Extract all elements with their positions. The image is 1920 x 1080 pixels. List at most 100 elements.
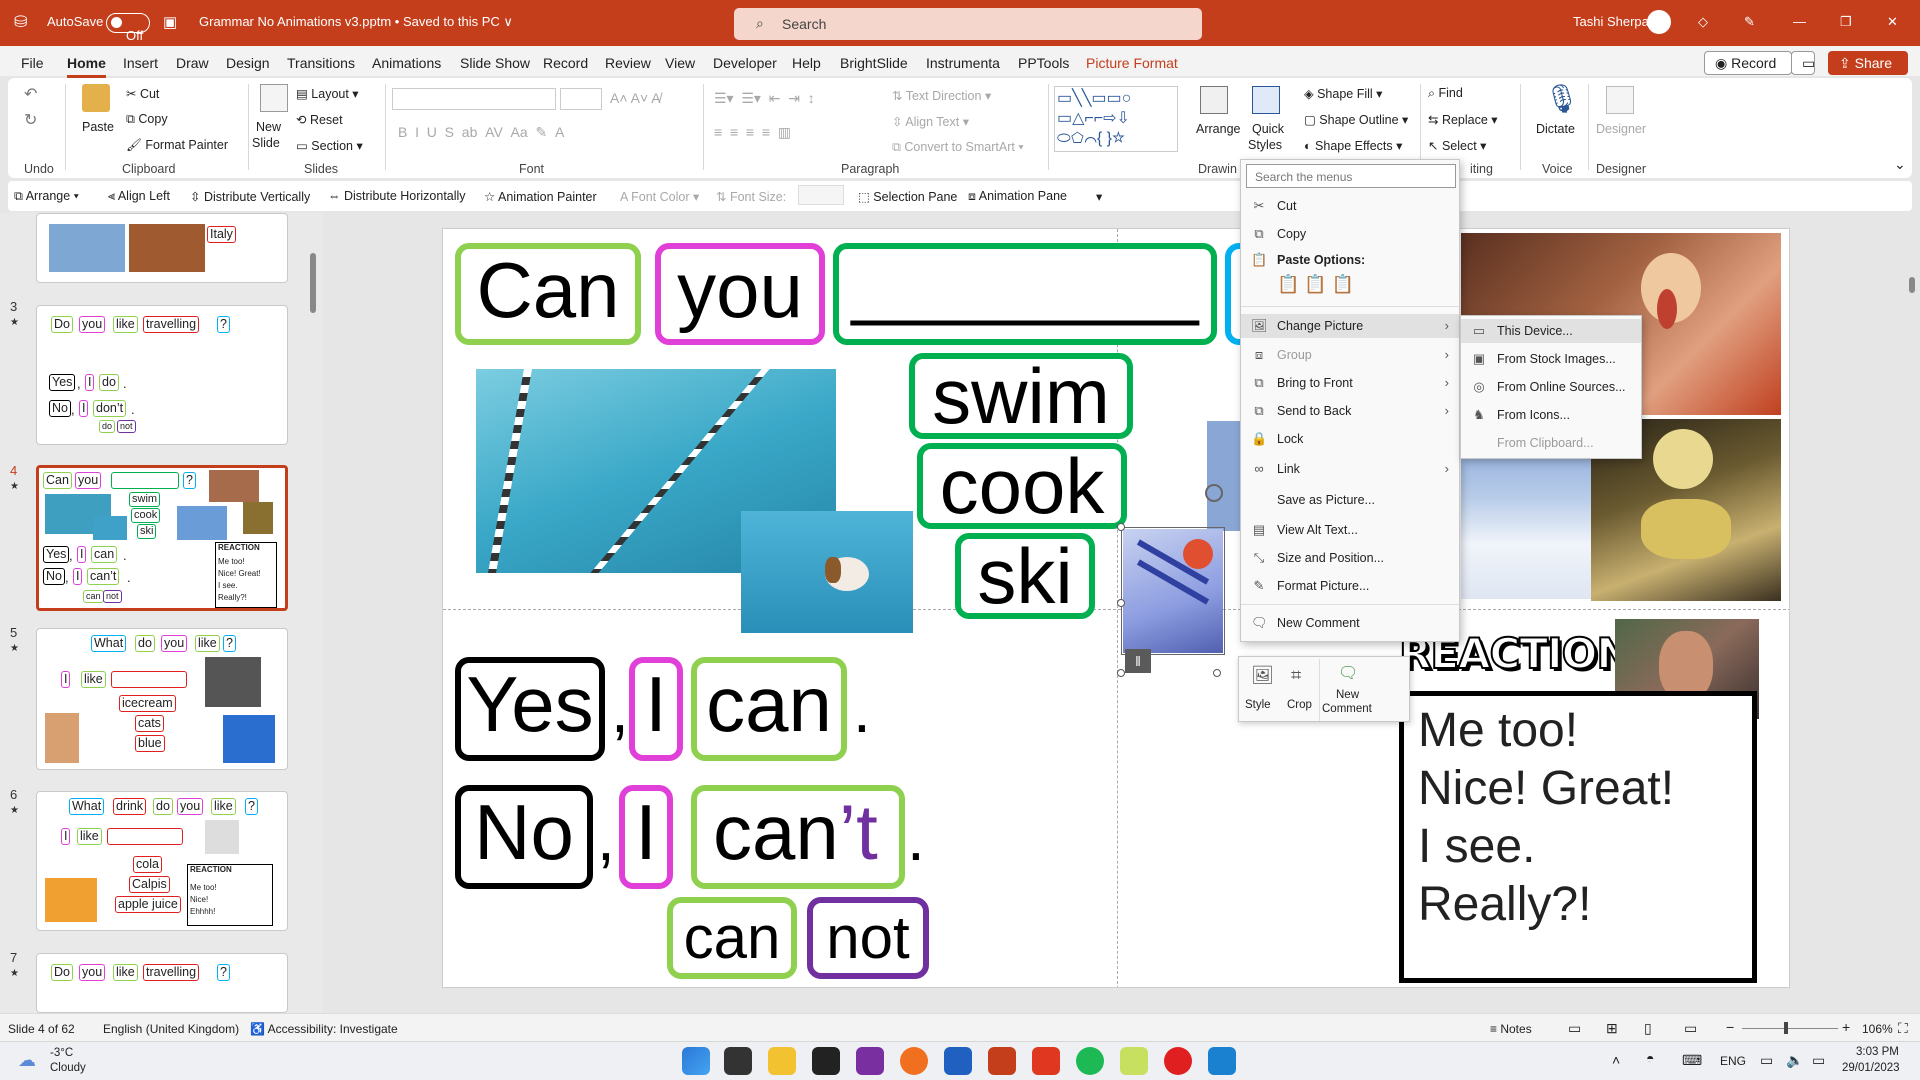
premium-icon[interactable]: ◇ (1698, 14, 1708, 30)
font-grow-icon[interactable]: A˄ A˅ A̸ (610, 90, 661, 106)
qat-font-color[interactable]: A Font Color ▾ (620, 189, 699, 204)
pen-icon[interactable]: ✎ (1744, 14, 1755, 30)
mail-icon[interactable] (944, 1047, 972, 1075)
restore-icon[interactable]: ❐ (1840, 14, 1852, 30)
normal-view-icon[interactable]: ▭ (1568, 1020, 1581, 1037)
rotate-handle[interactable] (1205, 484, 1223, 502)
reaction-box[interactable]: Me too! Nice! Great! I see. Really?! (1399, 691, 1757, 983)
microphone-icon[interactable]: 🎙 (1544, 82, 1580, 115)
menu-group[interactable]: ⧈ Group › (1241, 343, 1459, 367)
menu-copy[interactable]: ⧉ Copy (1241, 222, 1459, 246)
new-slide-icon[interactable] (260, 84, 288, 112)
new-comment-button[interactable]: 🗨 New Comment (1319, 659, 1375, 721)
align-icons[interactable]: ≡ ≡ ≡ ≡ ▥ (714, 124, 791, 141)
tab-brightslide[interactable]: BrightSlide (840, 55, 908, 71)
qat-font-size-field[interactable] (798, 185, 844, 205)
section-button[interactable]: ▭ Section ▾ (296, 138, 363, 153)
volume-icon[interactable]: 🔈 (1786, 1052, 1803, 1069)
submenu-stock-images[interactable]: ▣ From Stock Images... (1461, 347, 1641, 371)
qat-distribute-horizontally[interactable]: ⇔ Distribute Horizontally (328, 189, 466, 203)
fit-slide-icon[interactable]: ⛶ (1898, 1020, 1908, 1037)
tab-picture-format[interactable]: Picture Format (1086, 55, 1178, 71)
verb-ski[interactable]: ski (955, 533, 1095, 619)
onenote-icon[interactable] (856, 1047, 884, 1075)
tab-draw[interactable]: Draw (176, 55, 209, 71)
menu-cut[interactable]: ✂ Cut (1241, 194, 1459, 218)
paste-button[interactable]: Paste (82, 120, 114, 134)
submenu-this-device[interactable]: ▭ This Device... (1461, 319, 1641, 343)
tab-insert[interactable]: Insert (123, 55, 158, 71)
tab-record[interactable]: Record (543, 55, 588, 71)
close-icon[interactable]: ✕ (1887, 14, 1898, 30)
vscode-icon[interactable] (1208, 1047, 1236, 1075)
weather-temp[interactable]: -3°C (50, 1047, 73, 1059)
autosave-toggle[interactable]: Off (106, 13, 150, 43)
app-icon[interactable] (1120, 1047, 1148, 1075)
cut-button[interactable]: ✂ Cut (126, 86, 159, 101)
shape-effects-button[interactable]: ◐ Shape Effects ▾ (1304, 138, 1402, 153)
submenu-from-clipboard[interactable]: From Clipboard... (1461, 431, 1641, 455)
format-painter-button[interactable]: 🖌 Format Painter (126, 138, 228, 153)
search-box[interactable]: ⌕ Search (734, 8, 1202, 40)
menu-search-input[interactable]: Search the menus (1246, 164, 1456, 188)
tray-icon[interactable]: ◓ (1646, 1050, 1654, 1066)
word-can-sub[interactable]: can (667, 897, 797, 979)
convert-smartart-button[interactable]: ⧉ Convert to SmartArt ▾ (892, 140, 1024, 155)
tab-view[interactable]: View (665, 55, 695, 71)
weather-desc[interactable]: Cloudy (50, 1062, 86, 1074)
weather-icon[interactable]: ☁ (18, 1050, 36, 1071)
menu-view-alt-text[interactable]: ▤ View Alt Text... (1241, 518, 1459, 542)
network-icon[interactable]: ▭ (1760, 1052, 1773, 1069)
tab-home[interactable]: Home (67, 55, 106, 78)
menu-new-comment[interactable]: 🗨 New Comment (1241, 611, 1459, 635)
submenu-from-icons[interactable]: ♞ From Icons... (1461, 403, 1641, 427)
collapse-ribbon-icon[interactable]: ⌄ (1894, 156, 1906, 173)
document-title[interactable]: Grammar No Animations v3.pptm • Saved to… (199, 14, 513, 30)
reset-button[interactable]: ⟲ Reset (296, 112, 343, 127)
menu-change-picture[interactable]: 🖼 Change Picture › (1241, 314, 1459, 338)
undo-icon[interactable]: ↶ (24, 84, 37, 104)
notes-button[interactable]: ≡ Notes (1490, 1022, 1532, 1036)
file-explorer-icon[interactable] (768, 1047, 796, 1075)
copy-button[interactable]: ⧉ Copy (126, 112, 168, 127)
menu-format-picture[interactable]: ✎ Format Picture... (1241, 574, 1459, 598)
dictate-button[interactable]: Dictate (1536, 122, 1575, 136)
accessibility-status[interactable]: ♿ Accessibility: Investigate (250, 1022, 398, 1036)
qat-selection-pane[interactable]: ⬚ Selection Pane (858, 189, 957, 204)
tab-pptools[interactable]: PPTools (1018, 55, 1069, 71)
slideshow-icon[interactable]: ▭ (1684, 1020, 1697, 1037)
slide-thumbnail-7[interactable]: Do you like travelling ? (36, 953, 288, 1013)
tab-help[interactable]: Help (792, 55, 821, 71)
designer-icon[interactable] (1606, 86, 1634, 114)
battery-icon[interactable]: ▭ (1812, 1052, 1825, 1069)
thumbnail-scrollbar[interactable] (309, 217, 317, 1007)
new-slide-button[interactable]: New (256, 120, 281, 134)
word-no[interactable]: No (455, 785, 593, 889)
menu-lock[interactable]: 🔒 Lock (1241, 427, 1459, 451)
spotify-icon[interactable] (1076, 1047, 1104, 1075)
arrange-button[interactable]: Arrange (1196, 122, 1240, 136)
clock-time[interactable]: 3:03 PM (1856, 1046, 1899, 1058)
minimize-icon[interactable]: — (1793, 14, 1806, 29)
editor-scrollbar[interactable] (1908, 227, 1916, 1007)
layout-button[interactable]: ▤ Layout ▾ (296, 86, 359, 101)
app-icon[interactable] (1164, 1047, 1192, 1075)
designer-button[interactable]: Designer (1596, 122, 1646, 136)
word-i[interactable]: I (629, 657, 683, 761)
tab-review[interactable]: Review (605, 55, 651, 71)
replace-button[interactable]: ⇆ Replace ▾ (1428, 112, 1498, 127)
tab-slide-show[interactable]: Slide Show (460, 55, 530, 71)
app-icon[interactable] (900, 1047, 928, 1075)
submenu-online-sources[interactable]: ◎ From Online Sources... (1461, 375, 1641, 399)
list-icons[interactable]: ☰▾ ☰▾ ⇤ ⇥ ↕ (714, 90, 815, 107)
tab-design[interactable]: Design (226, 55, 270, 71)
word-not-sub[interactable]: not (807, 897, 929, 979)
slide-thumbnail-4[interactable]: Can you ? swim cook ski Yes , I can . No… (36, 465, 288, 611)
word-yes[interactable]: Yes (455, 657, 605, 761)
pause-icon[interactable]: ‖ (1125, 649, 1151, 673)
language-indicator[interactable]: English (United Kingdom) (103, 1022, 239, 1036)
keyboard-icon[interactable]: ⌨ (1682, 1052, 1702, 1069)
task-view-icon[interactable] (724, 1047, 752, 1075)
text-direction-button[interactable]: ⇅ Text Direction ▾ (892, 88, 991, 103)
qat-distribute-vertically[interactable]: ⇳ Distribute Vertically (190, 189, 310, 204)
